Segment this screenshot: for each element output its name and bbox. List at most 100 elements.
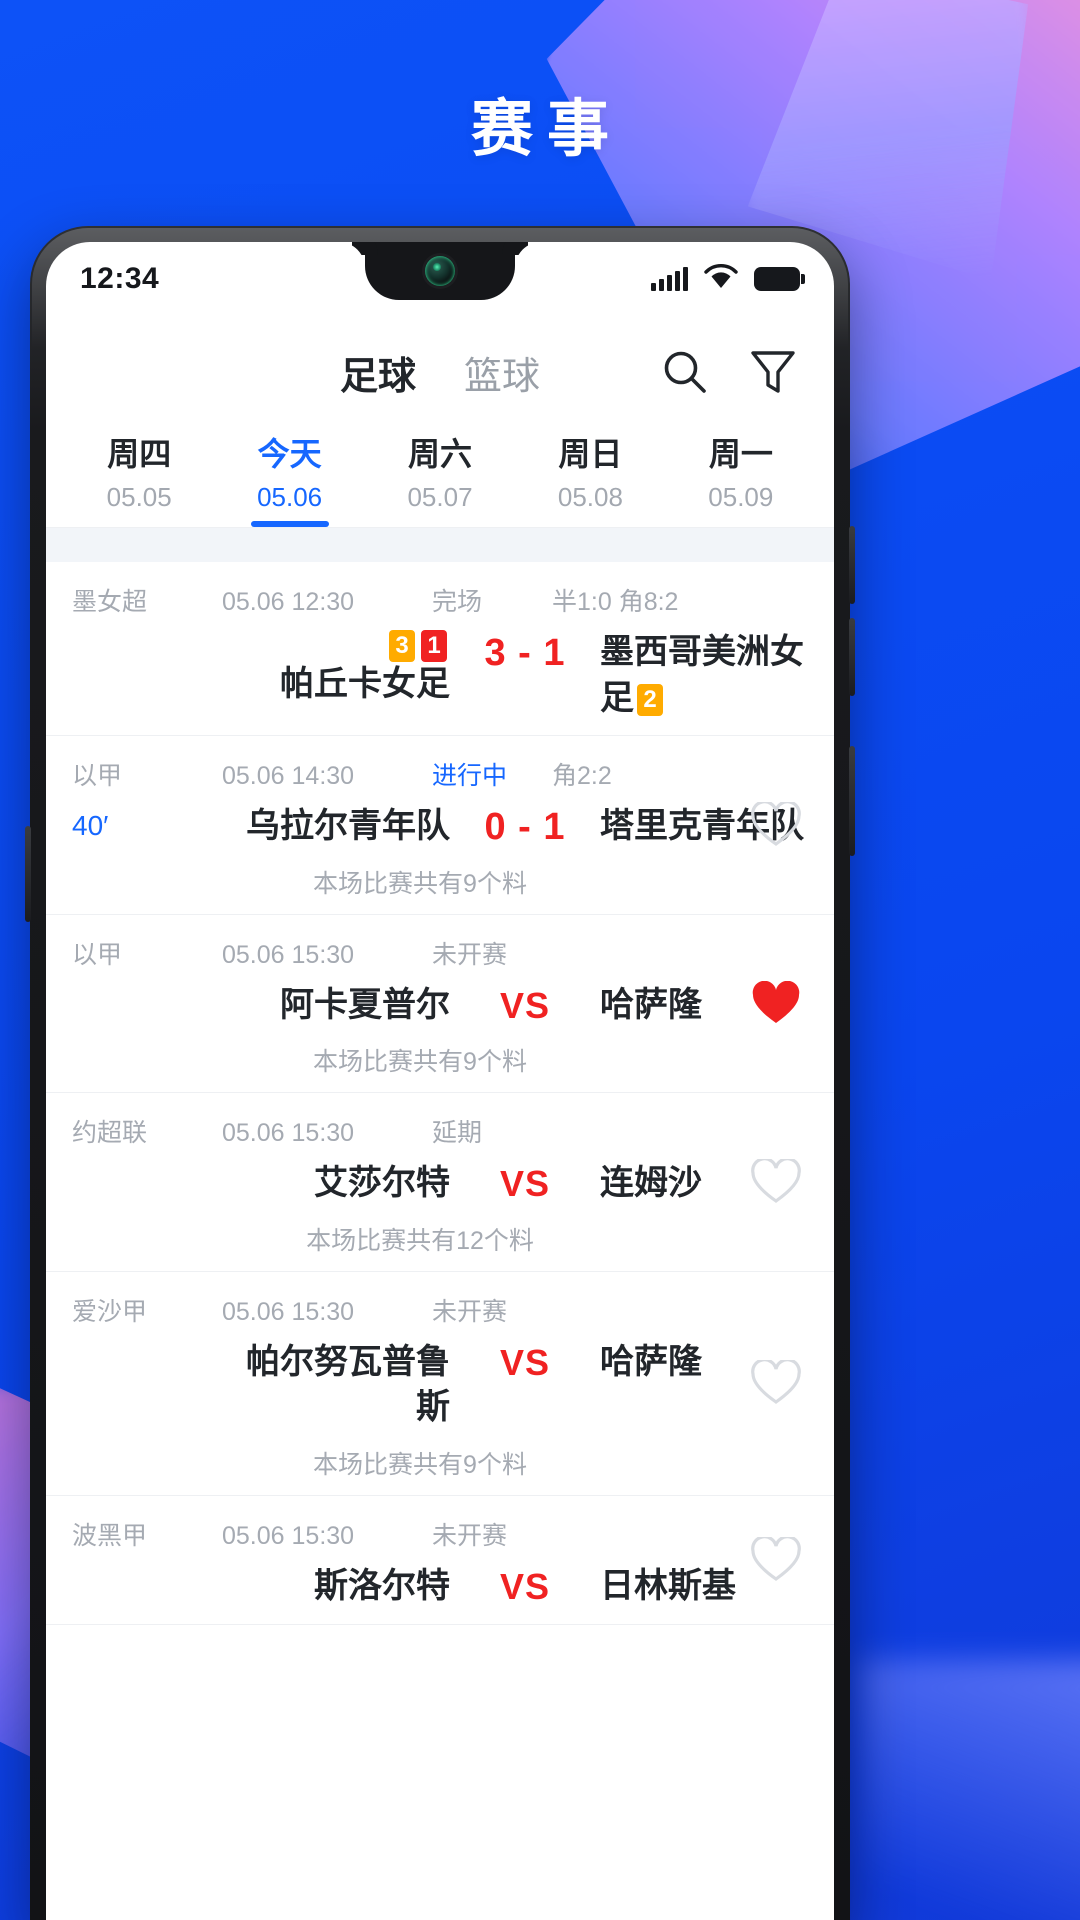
match-time: 05.06 14:30 xyxy=(222,762,355,791)
home-team: 3 1 帕丘卡女足 xyxy=(222,630,450,708)
match-score: VS xyxy=(499,1566,551,1608)
match-meta: 以甲 05.06 14:30 进行中 角2:2 xyxy=(46,756,834,792)
match-league: 约超联 xyxy=(72,1119,148,1148)
date-tab-date: 05.08 xyxy=(557,482,623,512)
match-time: 05.06 15:30 xyxy=(222,1522,355,1551)
favorite-heart-icon[interactable] xyxy=(748,1355,804,1411)
match-note: 本场比赛共有9个料 xyxy=(313,869,527,898)
date-tab-4[interactable]: 周一 05.09 xyxy=(666,434,816,527)
date-tab-weekday: 周日 xyxy=(558,436,623,472)
top-actions xyxy=(658,345,800,399)
home-team-name: 乌拉尔青年队 xyxy=(246,807,450,846)
match-time: 05.06 12:30 xyxy=(222,588,355,617)
team-badge: 1 xyxy=(421,630,447,663)
home-team-name: 帕丘卡女足 xyxy=(280,665,450,704)
away-team-name: 连姆沙 xyxy=(600,1164,702,1203)
home-team: 阿卡夏普尔 xyxy=(222,983,450,1029)
team-badge: 3 xyxy=(389,630,415,663)
match-league: 以甲 xyxy=(72,762,123,791)
tab-basketball[interactable]: 篮球 xyxy=(464,345,540,400)
signal-bars-icon xyxy=(651,267,688,291)
match-score: 0 - 1 xyxy=(484,806,566,849)
wifi-icon xyxy=(704,263,738,295)
match-time: 05.06 15:30 xyxy=(222,1119,355,1148)
match-live-minute: 40′ xyxy=(72,810,109,842)
home-team-name: 阿卡夏普尔 xyxy=(280,985,450,1024)
match-time: 05.06 15:30 xyxy=(222,940,355,969)
match-meta: 以甲 05.06 15:30 未开赛 xyxy=(46,935,834,971)
sport-tab-bar: 足球 篮球 xyxy=(46,316,834,428)
status-icons xyxy=(651,263,805,295)
match-meta: 爱沙甲 05.06 15:30 未开赛 xyxy=(46,1292,834,1328)
gradient-shape-bottom-right xyxy=(860,1660,1080,1920)
match-status: 进行中 xyxy=(432,762,508,791)
away-team-name: 哈萨隆 xyxy=(600,985,702,1024)
status-bar: 12:34 xyxy=(46,242,834,316)
match-status: 完场 xyxy=(432,588,483,617)
search-icon[interactable] xyxy=(658,345,712,399)
away-team-name: 哈萨隆 xyxy=(600,1342,702,1381)
match-list: 墨女超 05.06 12:30 完场 半1:0 角8:2 3 1 帕丘卡女足 3 - 1 墨西哥… xyxy=(46,562,834,1625)
away-team-name: 墨西哥美洲女足 xyxy=(600,633,804,717)
battery-icon xyxy=(754,267,805,291)
phone-mockup: 12:34 足球 篮球 周四 05.05 今天 05.06 周六 05.07 周… xyxy=(25,226,855,1920)
filter-icon[interactable] xyxy=(746,345,800,399)
match-status: 未开赛 xyxy=(432,1297,508,1326)
date-tab-2[interactable]: 周六 05.07 xyxy=(365,434,515,527)
match-row[interactable]: 波黑甲 05.06 15:30 未开赛 斯洛尔特 VS 日林斯基 xyxy=(46,1496,834,1625)
away-team: 墨西哥美洲女足 2 xyxy=(600,630,828,721)
side-button-left[interactable] xyxy=(25,826,31,922)
date-tab-0[interactable]: 周四 05.05 xyxy=(64,434,214,527)
date-tab-date: 05.07 xyxy=(407,482,473,512)
match-meta: 墨女超 05.06 12:30 完场 半1:0 角8:2 xyxy=(46,582,834,618)
date-tab-1[interactable]: 今天 05.06 xyxy=(214,434,364,527)
date-tab-date: 05.06 xyxy=(257,482,323,512)
match-body: 阿卡夏普尔 VS 哈萨隆 xyxy=(46,983,834,1029)
favorite-heart-icon[interactable] xyxy=(748,1154,804,1210)
home-team-name: 帕尔努瓦普鲁斯 xyxy=(246,1342,450,1427)
match-body: 帕尔努瓦普鲁斯 VS 哈萨隆 xyxy=(46,1340,834,1431)
home-team-name: 艾莎尔特 xyxy=(314,1164,450,1203)
match-row[interactable]: 墨女超 05.06 12:30 完场 半1:0 角8:2 3 1 帕丘卡女足 3 - 1 墨西哥… xyxy=(46,562,834,737)
match-row[interactable]: 以甲 05.06 14:30 进行中 角2:2 40′ 乌拉尔青年队 0 - 1 塔里克青年队… xyxy=(46,736,834,915)
date-tab-date: 05.09 xyxy=(708,482,774,512)
match-row[interactable]: 约超联 05.06 15:30 延期 艾莎尔特 VS 连姆沙 本场比赛共有12个料 xyxy=(46,1093,834,1272)
match-extra-stats: 半1:0 角8:2 xyxy=(552,588,679,617)
match-live-minute xyxy=(72,1340,222,1346)
status-time: 12:34 xyxy=(80,262,160,295)
volume-down-button[interactable] xyxy=(849,618,855,696)
match-live-minute xyxy=(72,1161,222,1167)
match-score: VS xyxy=(499,1341,551,1383)
match-body: 3 1 帕丘卡女足 3 - 1 墨西哥美洲女足 2 xyxy=(46,630,834,721)
match-league: 爱沙甲 xyxy=(72,1297,148,1326)
date-tab-date: 05.05 xyxy=(106,482,172,512)
match-status: 未开赛 xyxy=(432,1522,508,1551)
date-tab-weekday: 周六 xyxy=(408,436,473,472)
away-team-name: 日林斯基 xyxy=(600,1567,736,1606)
list-section-separator xyxy=(46,528,834,563)
match-row[interactable]: 爱沙甲 05.06 15:30 未开赛帕尔努瓦普鲁斯 VS 哈萨隆本场比赛共有9个料 xyxy=(46,1272,834,1497)
match-note: 本场比赛共有9个料 xyxy=(313,1048,527,1077)
date-tab-weekday: 今天 xyxy=(257,436,322,472)
volume-up-button[interactable] xyxy=(849,526,855,604)
match-row[interactable]: 以甲 05.06 15:30 未开赛阿卡夏普尔 VS 哈萨隆本场比赛共有9个料 xyxy=(46,915,834,1094)
match-league: 墨女超 xyxy=(72,588,148,617)
match-body: 40′ 乌拉尔青年队 0 - 1 塔里克青年队 xyxy=(46,804,834,850)
home-team: 斯洛尔特 xyxy=(222,1564,450,1610)
favorite-heart-icon[interactable] xyxy=(748,1532,804,1588)
date-tab-weekday: 周一 xyxy=(708,436,773,472)
tab-football[interactable]: 足球 xyxy=(340,345,416,400)
date-tab-strip: 周四 05.05 今天 05.06 周六 05.07 周日 05.08 周一 0… xyxy=(46,428,834,529)
match-time: 05.06 15:30 xyxy=(222,1297,355,1326)
match-note: 本场比赛共有9个料 xyxy=(313,1451,527,1480)
power-button[interactable] xyxy=(849,746,855,856)
favorite-heart-icon[interactable] xyxy=(748,976,804,1032)
match-live-minute xyxy=(72,630,222,636)
match-extra-stats: 角2:2 xyxy=(552,762,612,791)
match-status: 未开赛 xyxy=(432,940,508,969)
match-league: 以甲 xyxy=(72,940,123,969)
date-tab-3[interactable]: 周日 05.08 xyxy=(515,434,665,527)
home-team-name: 斯洛尔特 xyxy=(314,1567,450,1606)
favorite-heart-icon[interactable] xyxy=(748,797,804,853)
match-meta: 波黑甲 05.06 15:30 未开赛 xyxy=(46,1516,834,1552)
